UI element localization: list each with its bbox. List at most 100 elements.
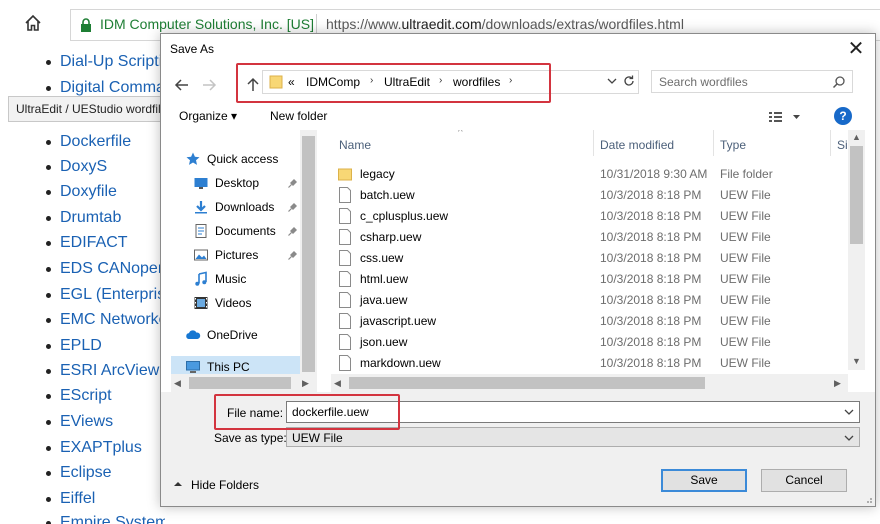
file-row[interactable]: csharp.uew 10/3/2018 8:18 PM UEW File <box>325 226 845 247</box>
column-divider[interactable] <box>830 130 831 156</box>
chevron-down-icon[interactable] <box>843 406 855 418</box>
nav-item-pictures[interactable]: Pictures <box>171 244 311 266</box>
wordfile-link[interactable]: ESRI ArcView <box>60 362 159 380</box>
wordfile-link[interactable]: Doxyfile <box>60 183 117 201</box>
wordfile-link[interactable]: EDS CANopen <box>60 260 165 278</box>
folder-icon <box>338 168 352 181</box>
wordfile-link[interactable]: Digital Command <box>60 79 165 97</box>
column-divider[interactable] <box>713 130 714 156</box>
scroll-left-icon[interactable]: ◀ <box>334 378 341 389</box>
file-row[interactable]: css.uew 10/3/2018 8:18 PM UEW File <box>325 247 845 268</box>
scroll-right-icon[interactable]: ▶ <box>302 378 309 389</box>
nav-item-downloads[interactable]: Downloads <box>171 196 311 218</box>
view-options-button[interactable] <box>767 109 807 125</box>
wordfile-link[interactable]: EPLD <box>60 337 102 355</box>
file-row[interactable]: json.uew 10/3/2018 8:18 PM UEW File <box>325 331 845 352</box>
wordfile-link[interactable]: EXAPTplus <box>60 439 142 457</box>
pin-icon[interactable] <box>287 249 299 261</box>
onedrive-icon <box>186 330 201 339</box>
file-row[interactable]: javascript.uew 10/3/2018 8:18 PM UEW File <box>325 310 845 331</box>
file-icon <box>339 292 351 308</box>
back-button[interactable] <box>169 72 195 98</box>
nav-item-music[interactable]: Music <box>171 268 311 290</box>
refresh-icon[interactable] <box>620 72 638 90</box>
search-box[interactable] <box>651 70 853 93</box>
save-button[interactable]: Save <box>661 469 747 492</box>
save-as-dialog: Save As ✕ « IDMComp › UltraEdit › wordfi… <box>160 33 876 507</box>
file-row[interactable]: batch.uew 10/3/2018 8:18 PM UEW File <box>325 184 845 205</box>
forward-button[interactable] <box>196 72 222 98</box>
resize-grip-icon[interactable] <box>863 494 873 504</box>
save-form: File name: Save as type: UEW File Hide F… <box>161 392 875 506</box>
hide-folders-toggle[interactable]: Hide Folders <box>173 478 273 496</box>
pin-icon[interactable] <box>287 201 299 213</box>
close-button[interactable]: ✕ <box>841 36 871 64</box>
file-icon <box>339 229 351 245</box>
wordfile-link[interactable]: Drumtab <box>60 209 121 227</box>
search-icon <box>832 76 845 89</box>
wordfile-link[interactable]: EDIFACT <box>60 234 128 252</box>
home-button[interactable] <box>22 12 44 34</box>
cancel-button[interactable]: Cancel <box>761 469 847 492</box>
pin-icon[interactable] <box>287 177 299 189</box>
file-date: 10/3/2018 8:18 PM <box>600 188 702 202</box>
file-type: UEW File <box>720 314 771 328</box>
wordfile-link[interactable]: EScript <box>60 387 112 405</box>
organize-button[interactable]: Organize ▾ <box>179 109 237 123</box>
file-row[interactable]: markdown.uew 10/3/2018 8:18 PM UEW File <box>325 352 845 373</box>
file-name: java.uew <box>360 293 408 307</box>
wordfile-link[interactable]: EMC Networker <box>60 311 165 329</box>
scroll-down-icon[interactable]: ▼ <box>852 356 861 366</box>
nav-vertical-scrollbar[interactable] <box>300 130 317 392</box>
file-scroll-thumb[interactable] <box>850 146 863 244</box>
column-type[interactable]: Type <box>720 138 746 152</box>
column-size[interactable]: Si <box>837 138 848 152</box>
file-name: markdown.uew <box>360 356 441 370</box>
nav-item-videos[interactable]: Videos <box>171 292 311 314</box>
bullet-icon <box>46 241 51 246</box>
hide-folders-label: Hide Folders <box>191 478 260 492</box>
wordfile-link[interactable]: Eiffel <box>60 490 95 508</box>
nav-item-label: Videos <box>215 296 252 310</box>
wordfile-link[interactable]: EGL (Enterprise <box>60 286 165 304</box>
file-horizontal-scrollbar[interactable]: ◀ ▶ <box>331 374 848 392</box>
save-type-select[interactable]: UEW File <box>286 427 860 447</box>
nav-item-label: Desktop <box>215 176 260 190</box>
nav-item-quick-access[interactable]: Quick access <box>171 148 311 170</box>
help-button[interactable]: ? <box>834 107 852 125</box>
scroll-left-icon[interactable]: ◀ <box>174 378 181 389</box>
column-name[interactable]: Name <box>339 138 371 152</box>
scroll-right-icon[interactable]: ▶ <box>834 378 841 389</box>
bullet-icon <box>46 165 51 170</box>
chevron-down-icon[interactable] <box>605 74 619 88</box>
column-divider[interactable] <box>593 130 594 156</box>
nav-item-documents[interactable]: Documents <box>171 220 311 242</box>
wordfile-link[interactable]: EViews <box>60 413 113 431</box>
file-vertical-scrollbar[interactable]: ▲ ▼ <box>848 130 865 370</box>
wordfile-link[interactable]: Dial-Up Scripting <box>60 53 165 71</box>
column-date-modified[interactable]: Date modified <box>600 138 674 152</box>
wordfile-link[interactable]: Eclipse <box>60 464 112 482</box>
pin-icon[interactable] <box>287 225 299 237</box>
search-input[interactable] <box>652 71 832 92</box>
chevron-down-icon[interactable] <box>843 432 855 444</box>
nav-item-onedrive[interactable]: OneDrive <box>171 324 311 346</box>
arrow-left-icon <box>174 79 188 91</box>
scroll-up-icon[interactable]: ▲ <box>852 132 861 142</box>
file-row[interactable]: legacy 10/31/2018 9:30 AM File folder <box>325 163 845 184</box>
file-row[interactable]: c_cplusplus.uew 10/3/2018 8:18 PM UEW File <box>325 205 845 226</box>
file-date: 10/3/2018 8:18 PM <box>600 293 702 307</box>
new-folder-button[interactable]: New folder <box>270 109 327 123</box>
nav-hscroll-thumb[interactable] <box>189 377 291 389</box>
nav-scroll-thumb[interactable] <box>302 136 315 372</box>
wordfile-link[interactable]: Empire SystemEDGE <box>60 514 165 524</box>
file-hscroll-thumb[interactable] <box>349 377 705 389</box>
file-row[interactable]: html.uew 10/3/2018 8:18 PM UEW File <box>325 268 845 289</box>
nav-item-desktop[interactable]: Desktop <box>171 172 311 194</box>
bullet-icon <box>46 420 51 425</box>
file-row[interactable]: java.uew 10/3/2018 8:18 PM UEW File <box>325 289 845 310</box>
bullet-icon <box>46 60 51 65</box>
nav-horizontal-scrollbar[interactable]: ◀ ▶ <box>171 374 317 392</box>
wordfile-link[interactable]: Dockerfile <box>60 133 131 151</box>
wordfile-link[interactable]: DoxyS <box>60 158 107 176</box>
